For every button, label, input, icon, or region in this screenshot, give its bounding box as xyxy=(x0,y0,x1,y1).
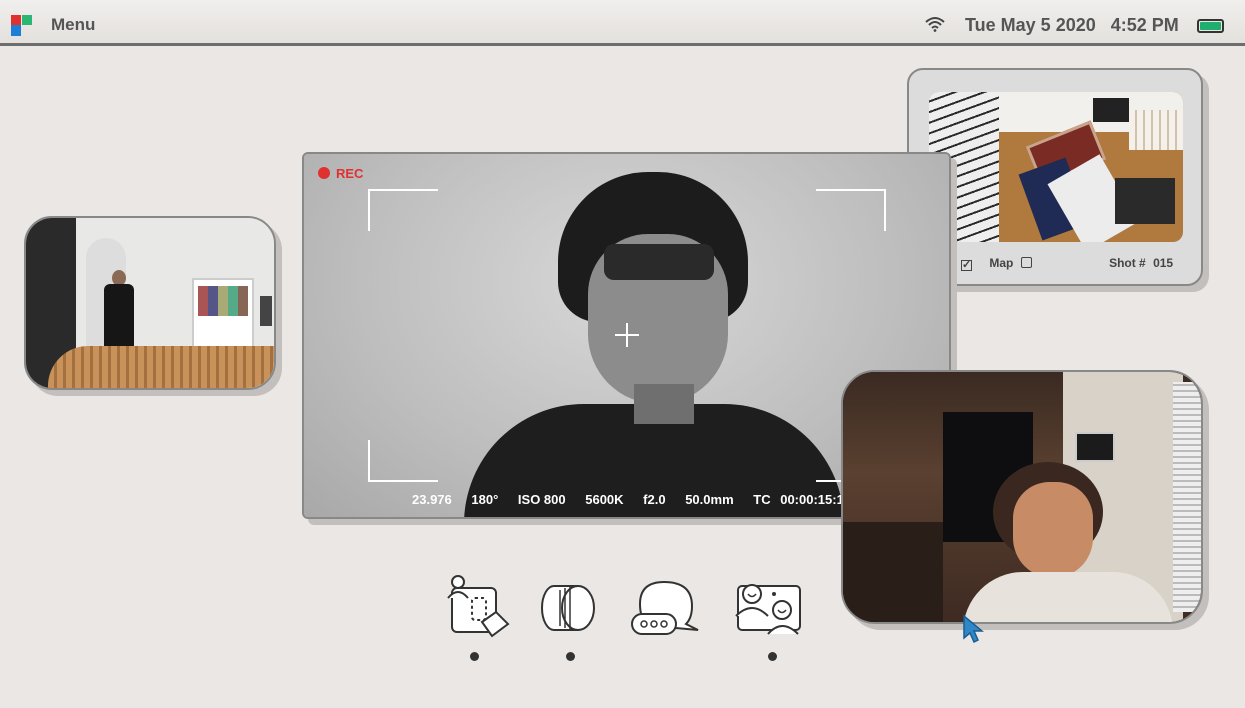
hud-white-balance: 5600K xyxy=(585,492,624,507)
hud-shutter: 180° xyxy=(471,492,499,507)
shot-label: Shot # xyxy=(1109,256,1146,270)
map-options: e ✓ Map Shot # 015 xyxy=(947,256,1173,271)
mouse-cursor-icon xyxy=(963,614,984,644)
camera-hud: 23.976 180° ISO 800 5600K f2.0 50.0mm TC… xyxy=(412,492,851,507)
option-partial-checkbox[interactable]: ✓ xyxy=(961,260,973,271)
video-call-icon[interactable] xyxy=(732,576,804,640)
battery-icon[interactable] xyxy=(1197,19,1224,33)
overhead-camera-feed xyxy=(929,92,1183,242)
frame-corner-top-right xyxy=(816,189,886,231)
side-video-window[interactable] xyxy=(24,216,276,390)
clock: Tue May 5 2020 4:52 PM xyxy=(965,15,1179,35)
frame-corner-top-left xyxy=(368,189,438,231)
menu-button[interactable]: Menu xyxy=(51,15,95,35)
hud-framerate: 23.976 xyxy=(412,492,452,507)
webcam-feed xyxy=(843,372,1201,622)
hud-iso: ISO 800 xyxy=(517,492,566,507)
crosshair-icon xyxy=(615,323,639,347)
storyboard-active-dot xyxy=(470,652,479,661)
shot-number: 015 xyxy=(1153,256,1174,270)
map-checkbox[interactable] xyxy=(1020,257,1032,268)
rec-indicator: REC xyxy=(318,166,363,181)
room-video-feed xyxy=(26,218,274,388)
storyboard-icon[interactable] xyxy=(442,574,514,638)
lens-icon[interactable] xyxy=(534,576,606,640)
map-label: Map xyxy=(989,256,1014,270)
map-window[interactable]: e ✓ Map Shot # 015 xyxy=(907,68,1203,286)
hud-aperture: f2.0 xyxy=(643,492,666,507)
app-logo-icon[interactable] xyxy=(11,15,32,36)
hud-tc-label: TC xyxy=(753,492,771,507)
lens-active-dot xyxy=(566,652,575,661)
rec-dot-icon xyxy=(318,167,330,179)
frame-corner-bottom-left xyxy=(368,440,438,482)
wifi-icon[interactable] xyxy=(925,16,945,32)
hud-focal-length: 50.0mm xyxy=(685,492,734,507)
chat-icon[interactable] xyxy=(628,576,700,640)
video-call-active-dot xyxy=(768,652,777,661)
menu-bar: Menu Tue May 5 2020 4:52 PM xyxy=(0,0,1245,46)
rec-label: REC xyxy=(336,166,364,181)
webcam-window[interactable] xyxy=(841,370,1203,624)
